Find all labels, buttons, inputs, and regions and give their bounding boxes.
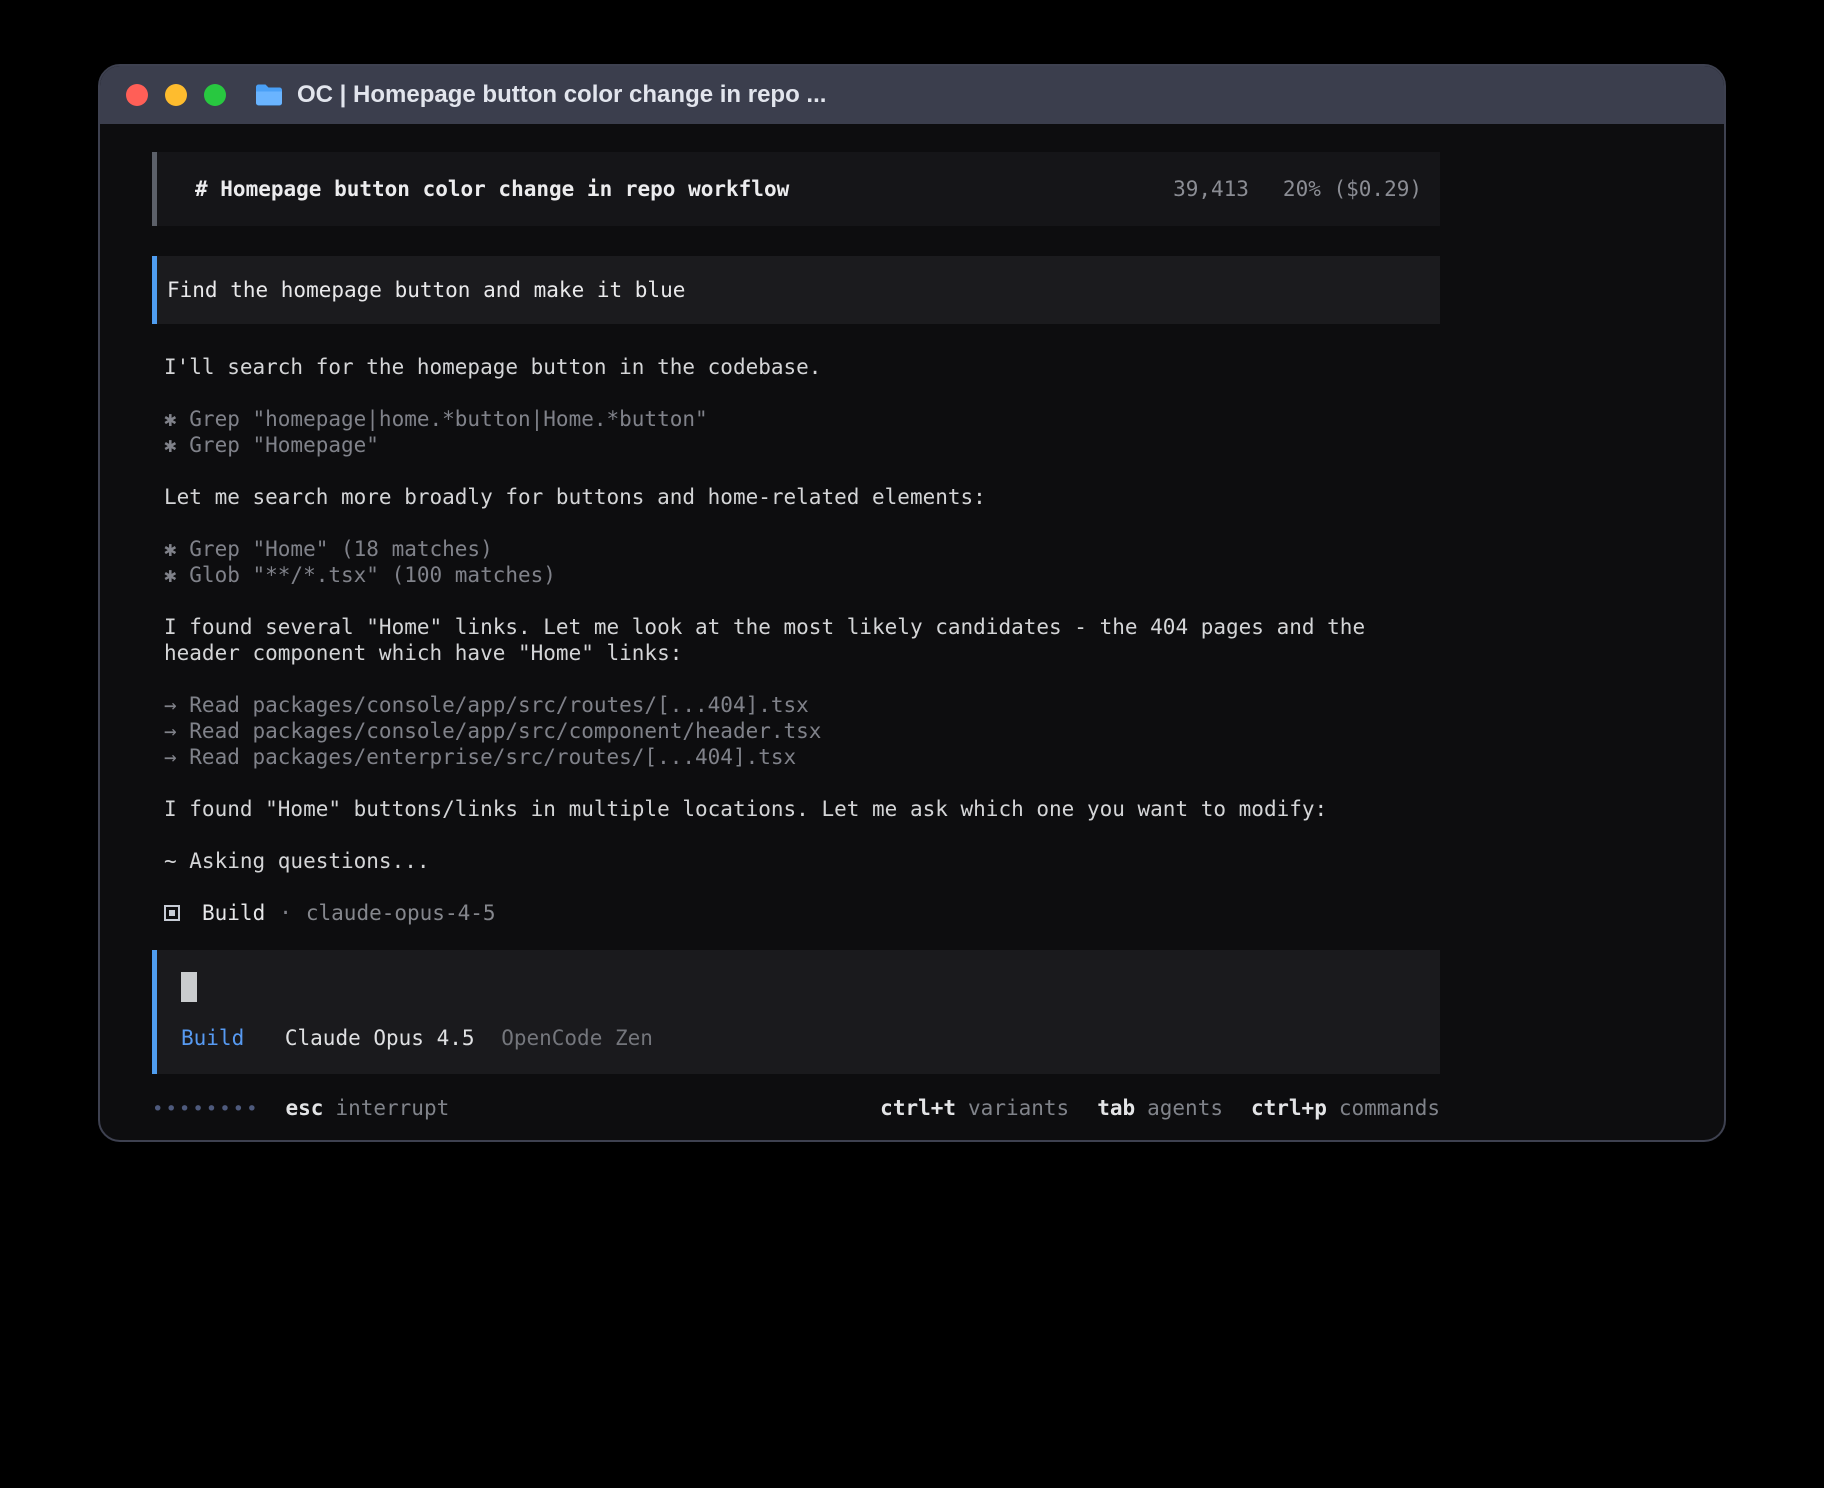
folder-icon (254, 83, 284, 107)
traffic-lights (126, 84, 226, 106)
tool-call-read: → Read packages/enterprise/src/routes/[.… (164, 744, 1440, 770)
commands-label: commands (1339, 1096, 1440, 1120)
session-title: # Homepage button color change in repo w… (195, 177, 789, 201)
assistant-text-line: I'll search for the homepage button in t… (164, 354, 1440, 380)
status-bar: •••••••• esc interrupt ctrl+t variants t… (152, 1096, 1440, 1120)
context-usage: 20% ($0.29) (1283, 177, 1422, 201)
input-model-label[interactable]: Claude Opus 4.5 (285, 1026, 475, 1050)
tool-call-glob: ✱ Glob "**/*.tsx" (100 matches) (164, 562, 1440, 588)
input-meta-row: Build Claude Opus 4.5 OpenCode Zen (167, 1026, 1422, 1050)
window-title: OC | Homepage button color change in rep… (297, 81, 826, 109)
esc-action-label: interrupt (335, 1096, 449, 1120)
close-window-button[interactable] (126, 84, 148, 106)
terminal-window: OC | Homepage button color change in rep… (98, 64, 1726, 1142)
prompt-input[interactable]: Build Claude Opus 4.5 OpenCode Zen (152, 950, 1440, 1074)
asking-questions-status: ~ Asking questions... (164, 848, 1440, 874)
zoom-window-button[interactable] (204, 84, 226, 106)
input-provider-label: OpenCode Zen (501, 1026, 653, 1050)
tool-call-grep: ✱ Grep "Homepage" (164, 432, 1440, 458)
tool-call-grep: ✱ Grep "Home" (18 matches) (164, 536, 1440, 562)
activity-dots: •••••••• (152, 1098, 260, 1120)
tool-call-grep: ✱ Grep "homepage|home.*button|Home.*butt… (164, 406, 1440, 432)
status-bar-right: ctrl+t variants tab agents ctrl+p comman… (880, 1096, 1440, 1120)
window-titlebar[interactable]: OC | Homepage button color change in rep… (100, 66, 1724, 124)
input-agent-label[interactable]: Build (181, 1026, 244, 1050)
agents-key-hint: tab (1097, 1096, 1135, 1120)
commands-key-hint: ctrl+p (1251, 1096, 1327, 1120)
tool-call-read: → Read packages/console/app/src/componen… (164, 718, 1440, 744)
variants-key-hint: ctrl+t (880, 1096, 956, 1120)
agents-label: agents (1147, 1096, 1223, 1120)
user-message: Find the homepage button and make it blu… (152, 256, 1440, 324)
assistant-text-line: Let me search more broadly for buttons a… (164, 484, 1440, 510)
tool-call-read: → Read packages/console/app/src/routes/[… (164, 692, 1440, 718)
agent-status-row: Build · claude-opus-4-5 (152, 900, 1440, 926)
session-stats: 39,413 20% ($0.29) (1173, 177, 1422, 201)
esc-key-hint: esc (286, 1096, 324, 1120)
session-header: # Homepage button color change in repo w… (152, 152, 1440, 226)
variants-label: variants (968, 1096, 1069, 1120)
assistant-text-line: I found "Home" buttons/links in multiple… (164, 796, 1440, 822)
assistant-text-line: I found several "Home" links. Let me loo… (164, 614, 1440, 640)
agent-name: Build (202, 900, 265, 926)
user-message-text: Find the homepage button and make it blu… (167, 278, 685, 302)
separator-dot: · (279, 900, 292, 926)
text-cursor (181, 972, 197, 1002)
assistant-output: I'll search for the homepage button in t… (152, 354, 1440, 874)
build-agent-icon (164, 905, 180, 921)
terminal-content: # Homepage button color change in repo w… (100, 124, 1724, 1120)
assistant-text-line: header component which have "Home" links… (164, 640, 1440, 666)
agent-model: claude-opus-4-5 (306, 900, 496, 926)
minimize-window-button[interactable] (165, 84, 187, 106)
status-bar-left: •••••••• esc interrupt (152, 1096, 477, 1120)
token-count: 39,413 (1173, 177, 1249, 201)
